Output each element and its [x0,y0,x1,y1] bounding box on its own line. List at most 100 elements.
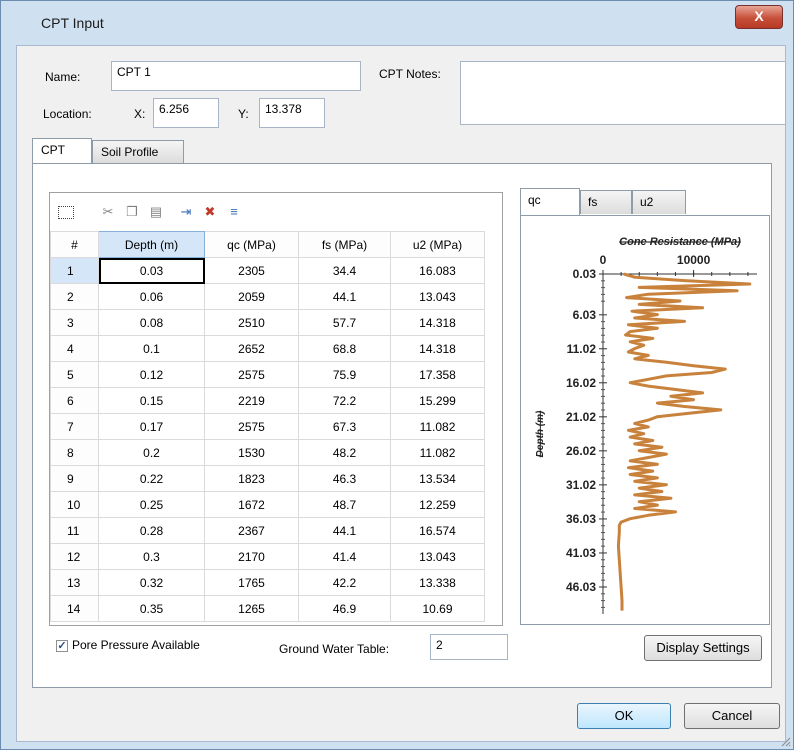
y-tick-label: 36.03 [566,512,596,526]
delete-row-icon[interactable]: ✖ [202,205,218,219]
cpt-data-grid[interactable]: ✂ ❐ ▤ ⇥ ✖ ≡ # Depth (m) qc (MPa) fs (MPa… [49,192,503,626]
cancel-button[interactable]: Cancel [684,703,780,729]
ok-button[interactable]: OK [577,703,671,729]
qc-cell[interactable]: 2170 [204,543,299,570]
column-header-qc[interactable]: qc (MPa) [204,231,299,258]
table-row[interactable]: 10 0.25 1672 48.7 12.259 [50,491,485,518]
qc-cell[interactable]: 1672 [204,491,299,518]
fs-cell[interactable]: 75.9 [298,361,391,388]
fs-cell[interactable]: 72.2 [298,387,391,414]
name-input[interactable]: CPT 1 [111,61,361,91]
fs-cell[interactable]: 67.3 [298,413,391,440]
cpt-notes-input[interactable] [460,61,786,125]
paste-icon[interactable]: ▤ [148,205,164,219]
qc-cell[interactable]: 1823 [204,465,299,492]
tab-soil-profile[interactable]: Soil Profile [92,140,184,163]
pore-pressure-checkbox[interactable]: ✓ [56,640,68,652]
x-coordinate-input[interactable]: 6.256 [153,98,219,128]
table-row[interactable]: 2 0.06 2059 44.1 13.043 [50,283,485,310]
qc-cell[interactable]: 1765 [204,569,299,596]
depth-cell[interactable]: 0.17 [98,413,205,440]
table-row[interactable]: 8 0.2 1530 48.2 11.082 [50,439,485,466]
fs-cell[interactable]: 48.2 [298,439,391,466]
u2-cell[interactable]: 13.043 [390,543,485,570]
table-row[interactable]: 6 0.15 2219 72.2 15.299 [50,387,485,414]
u2-cell[interactable]: 13.338 [390,569,485,596]
table-row[interactable]: 3 0.08 2510 57.7 14.318 [50,309,485,336]
select-all-icon[interactable] [58,206,74,219]
depth-cell[interactable]: 0.32 [98,569,205,596]
insert-row-icon[interactable]: ⇥ [178,205,194,219]
u2-cell[interactable]: 11.082 [390,439,485,466]
u2-cell[interactable]: 11.082 [390,413,485,440]
close-button[interactable]: X [735,5,783,29]
qc-cell[interactable]: 2059 [204,283,299,310]
chart-tab-qc[interactable]: qc [520,188,580,215]
u2-cell[interactable]: 16.083 [390,257,485,284]
table-row[interactable]: 9 0.22 1823 46.3 13.534 [50,465,485,492]
depth-cell[interactable]: 0.08 [98,309,205,336]
fs-cell[interactable]: 46.3 [298,465,391,492]
table-row[interactable]: 12 0.3 2170 41.4 13.043 [50,543,485,570]
u2-cell[interactable]: 10.69 [390,595,485,622]
fs-cell[interactable]: 57.7 [298,309,391,336]
u2-cell[interactable]: 15.299 [390,387,485,414]
resize-grip-icon[interactable] [779,735,791,747]
tab-cpt[interactable]: CPT [32,138,92,163]
table-row[interactable]: 5 0.12 2575 75.9 17.358 [50,361,485,388]
u2-cell[interactable]: 12.259 [390,491,485,518]
table-row[interactable]: 11 0.28 2367 44.1 16.574 [50,517,485,544]
table-row[interactable]: 1 0.03 2305 34.4 16.083 [50,257,485,284]
append-row-icon[interactable]: ≡ [226,205,242,219]
fs-cell[interactable]: 44.1 [298,283,391,310]
chart-tab-fs[interactable]: fs [580,190,632,214]
display-settings-button[interactable]: Display Settings [644,635,762,661]
depth-cell[interactable]: 0.15 [98,387,205,414]
fs-cell[interactable]: 42.2 [298,569,391,596]
fs-cell[interactable]: 41.4 [298,543,391,570]
u2-cell[interactable]: 14.318 [390,309,485,336]
depth-cell[interactable]: 0.22 [98,465,205,492]
qc-cell[interactable]: 1530 [204,439,299,466]
depth-cell[interactable]: 0.28 [98,517,205,544]
fs-cell[interactable]: 46.9 [298,595,391,622]
qc-cell[interactable]: 2305 [204,257,299,284]
qc-cell[interactable]: 1265 [204,595,299,622]
column-header-depth[interactable]: Depth (m) [98,231,205,258]
u2-cell[interactable]: 16.574 [390,517,485,544]
title-bar[interactable]: CPT Input X [1,1,793,45]
depth-cell[interactable]: 0.3 [98,543,205,570]
cut-icon[interactable]: ✂ [100,205,116,219]
table-row[interactable]: 4 0.1 2652 68.8 14.318 [50,335,485,362]
u2-cell[interactable]: 13.534 [390,465,485,492]
depth-cell[interactable]: 0.06 [98,283,205,310]
y-coordinate-input[interactable]: 13.378 [259,98,325,128]
ground-water-input[interactable]: 2 [430,634,508,660]
depth-cell[interactable]: 0.35 [98,595,205,622]
qc-cell[interactable]: 2510 [204,309,299,336]
column-header-u2[interactable]: u2 (MPa) [390,231,485,258]
depth-cell[interactable]: 0.25 [98,491,205,518]
fs-cell[interactable]: 34.4 [298,257,391,284]
qc-cell[interactable]: 2652 [204,335,299,362]
qc-cell[interactable]: 2575 [204,361,299,388]
qc-cell[interactable]: 2367 [204,517,299,544]
qc-cell[interactable]: 2219 [204,387,299,414]
table-row[interactable]: 14 0.35 1265 46.9 10.69 [50,595,485,622]
depth-cell[interactable]: 0.03 [98,257,205,284]
u2-cell[interactable]: 13.043 [390,283,485,310]
u2-cell[interactable]: 17.358 [390,361,485,388]
copy-icon[interactable]: ❐ [124,205,140,219]
depth-cell[interactable]: 0.1 [98,335,205,362]
depth-cell[interactable]: 0.2 [98,439,205,466]
qc-cell[interactable]: 2575 [204,413,299,440]
depth-cell[interactable]: 0.12 [98,361,205,388]
column-header-fs[interactable]: fs (MPa) [298,231,391,258]
fs-cell[interactable]: 48.7 [298,491,391,518]
table-row[interactable]: 13 0.32 1765 42.2 13.338 [50,569,485,596]
chart-tab-u2[interactable]: u2 [632,190,686,214]
table-row[interactable]: 7 0.17 2575 67.3 11.082 [50,413,485,440]
u2-cell[interactable]: 14.318 [390,335,485,362]
fs-cell[interactable]: 44.1 [298,517,391,544]
fs-cell[interactable]: 68.8 [298,335,391,362]
